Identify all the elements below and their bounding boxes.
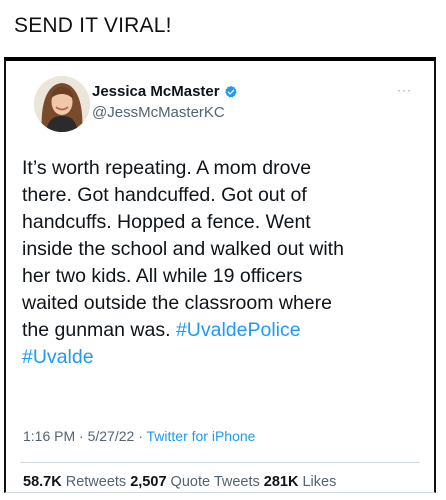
tweet-time[interactable]: 1:16 PM (23, 428, 75, 444)
retweets-stat[interactable]: 58.7K Retweets (23, 474, 126, 490)
verified-badge-icon (224, 85, 237, 97)
tweet-date[interactable]: 5/27/22 (88, 428, 135, 444)
tweet-text-line: the gunman was. #UvaldePolice (22, 317, 432, 344)
tweet-metadata: 1:16 PM · 5/27/22 · Twitter for iPhone (23, 428, 255, 444)
caption-text: SEND IT VIRAL! (14, 14, 172, 37)
tweet-source-link[interactable]: Twitter for iPhone (147, 428, 256, 444)
quote-tweets-label: Quote Tweets (170, 474, 260, 490)
tweet-text-line: #Uvalde (22, 344, 432, 371)
more-options-icon[interactable]: ··· (397, 83, 412, 97)
tweet-text-line: waited outside the classroom where (22, 292, 332, 314)
likes-label: Likes (302, 474, 337, 490)
author-name[interactable]: Jessica McMaster (92, 83, 220, 100)
tweet-text-line: handcuffs. Hopped a fence. Went (22, 211, 311, 233)
tweet-text: It’s worth repeating. A mom drove there.… (22, 155, 432, 371)
likes-stat[interactable]: 281K Likes (264, 474, 337, 490)
author-avatar[interactable] (34, 76, 90, 132)
tweet-text-line: It’s worth repeating. A mom drove (22, 157, 312, 179)
tweet-card: Jessica McMaster @JessMcMasterKC ··· It’… (4, 57, 436, 493)
tweet-text-segment: the gunman was. (22, 319, 176, 341)
tweet-text-line: her two kids. All while 19 officers (22, 265, 303, 287)
retweets-label: Retweets (65, 474, 127, 490)
tweet-text-line: inside the school and walked out with (22, 238, 344, 260)
quote-tweets-stat[interactable]: 2,507 Quote Tweets (130, 474, 260, 490)
likes-count: 281K (263, 474, 299, 490)
tweet-stats: 58.7K Retweets 2,507 Quote Tweets 281K L… (23, 474, 336, 490)
author-name-row: Jessica McMaster (92, 83, 238, 100)
separator-dot: · (79, 428, 88, 444)
separator-dot: · (138, 428, 147, 444)
author-handle[interactable]: @JessMcMasterKC (92, 104, 225, 121)
quote-tweets-count: 2,507 (130, 474, 167, 490)
divider (20, 462, 420, 463)
tweet-text-line: there. Got handcuffed. Got out of (22, 184, 307, 206)
retweets-count: 58.7K (23, 474, 62, 490)
hashtag-uvaldepolice-link[interactable]: #UvaldePolice (176, 319, 301, 341)
hashtag-uvalde-link[interactable]: #Uvalde (22, 346, 94, 368)
